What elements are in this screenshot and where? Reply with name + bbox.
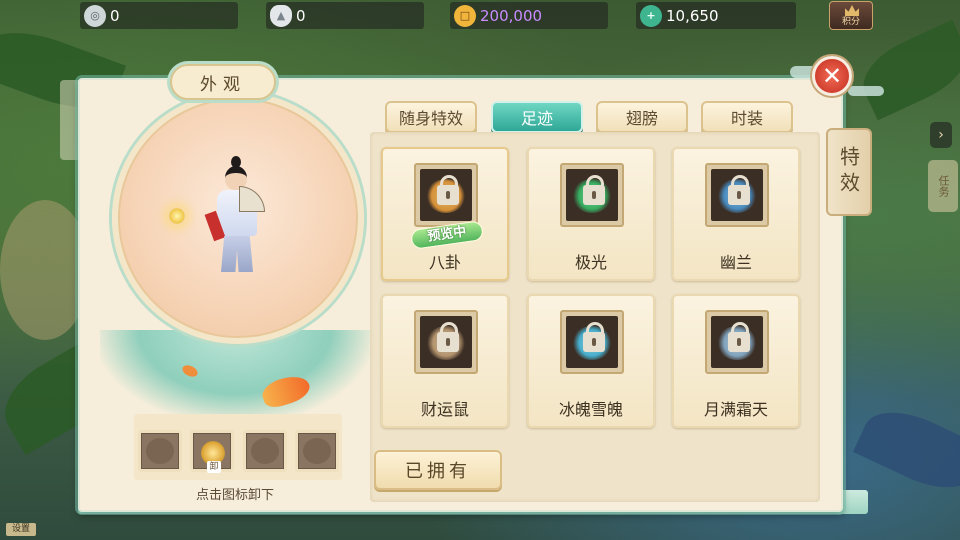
empty-slot-icon [303,438,331,464]
currency-copper-coin: □ 200,000 [450,2,608,29]
empty-slot-icon [251,438,279,464]
settings-chip[interactable]: 设置 [6,523,36,536]
footprint-thumbnail [705,163,769,227]
score-label: 积分 [841,17,860,27]
footprint-thumbnail [414,310,478,374]
footprint-thumbnail [705,310,769,374]
fan-icon [239,186,265,212]
tab-label: 时装 [730,109,763,128]
tab-footprints[interactable]: 足迹 [491,101,583,133]
footprint-card-aurora[interactable]: 极光 [527,147,655,281]
owned-filter-button[interactable]: 已拥有 [374,450,502,490]
tab-label: 随身特效 [398,109,463,128]
equip-slot-1[interactable] [138,430,182,472]
footprint-art [420,316,472,368]
bagua-footprint-effect-icon [168,207,186,225]
lock-icon [437,175,459,205]
footprint-thumbnail [560,310,624,374]
lock-icon [583,322,605,352]
tab-fashion[interactable]: 时装 [701,101,793,133]
currency-silver-coin: ◎ 0 [80,2,238,29]
currency-value: 10,650 [666,6,719,25]
equip-slot-3[interactable] [243,430,287,472]
currency-silver-ingot: ▲ 0 [266,2,424,29]
silver-ingot-icon: ▲ [270,4,292,27]
close-button[interactable]: ✕ [812,56,852,96]
footprint-thumbnail [560,163,624,227]
side-tab-effects[interactable]: 特效 [826,128,872,216]
panel-title: 外观 [170,64,276,100]
footprint-art [420,169,472,221]
footprint-art [566,316,618,368]
palm-leaf-decoration [852,397,960,503]
equip-slot-2[interactable]: 卸 [190,430,234,473]
currency-value: 0 [110,6,120,25]
footprint-name: 财运鼠 [420,400,469,419]
resource-bar: ◎ 0 ▲ 0 □ 200,000 + 10,650 积分 [0,0,960,32]
currency-value: 0 [296,6,306,25]
footprint-name: 极光 [574,253,607,272]
lock-icon [728,175,750,205]
footprint-card-fortune-mouse[interactable]: 财运鼠 [381,294,509,428]
palm-leaf-decoration [852,19,960,121]
footprint-card-bagua[interactable]: 预览中 八卦 [381,147,509,281]
tab-label: 翅膀 [625,109,658,128]
unload-mark: 卸 [207,461,221,473]
silver-coin-icon: ◎ [84,4,106,27]
footprint-name: 月满霜天 [703,400,768,419]
tab-portable-effects[interactable]: 随身特效 [385,101,477,133]
footprint-card-orchid[interactable]: 幽兰 [672,147,800,281]
currency-value: 200,000 [480,6,543,25]
lock-icon [437,322,459,352]
footprint-card-ice-soul[interactable]: 冰魄雪魄 [527,294,655,428]
close-icon: ✕ [821,62,843,90]
footprint-art [711,316,763,368]
owned-label: 已拥有 [405,461,471,482]
expand-arrow-icon[interactable]: › [930,122,952,148]
jade-icon: + [640,4,662,27]
footprint-card-full-moon-frost[interactable]: 月满霜天 [672,294,800,428]
tab-wings[interactable]: 翅膀 [596,101,688,133]
sand-patch-decoration [0,200,90,340]
currency-jade: + 10,650 [636,2,796,29]
unload-hint: 点击图标卸下 [195,488,274,503]
score-button[interactable]: 积分 [829,1,873,30]
equip-slot-4[interactable] [295,430,339,472]
character-legs [221,236,253,272]
task-tab[interactable]: 任务 [928,160,958,212]
character-model[interactable] [203,152,273,282]
cloud-swirl-decoration [848,86,884,96]
lock-icon [728,322,750,352]
tab-label: 足迹 [520,109,553,128]
footprint-name: 冰魄雪魄 [558,400,623,419]
footprint-art [566,169,618,221]
lock-icon [583,175,605,205]
footprint-art [711,169,763,221]
empty-slot-icon [146,438,174,464]
footprint-thumbnail [414,163,478,227]
footprint-name: 幽兰 [719,253,752,272]
footprint-name: 八卦 [428,253,461,272]
copper-coin-icon: □ [454,4,476,27]
